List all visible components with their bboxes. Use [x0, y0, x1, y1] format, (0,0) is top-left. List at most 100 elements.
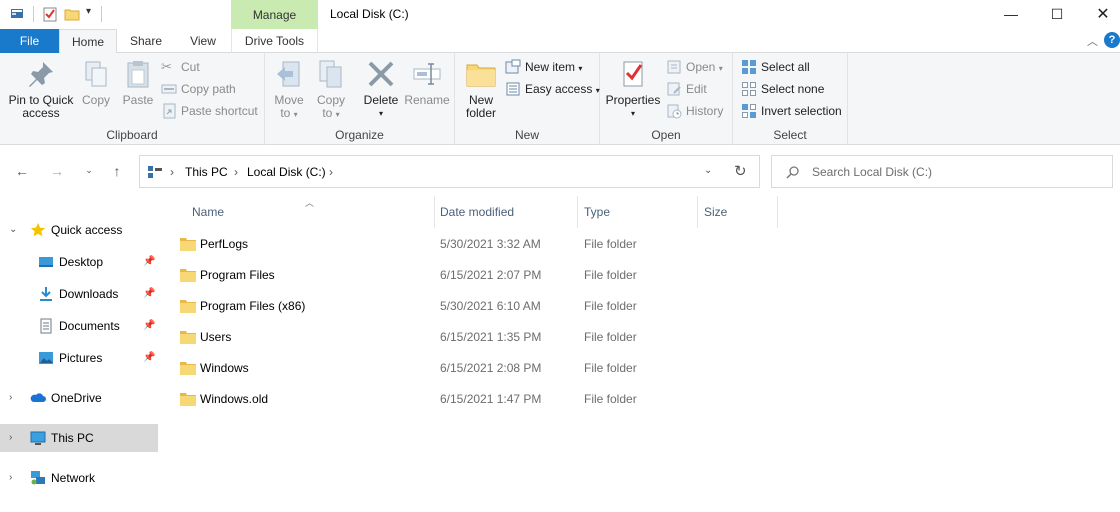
- explorer-icon[interactable]: [9, 6, 25, 22]
- table-row[interactable]: Program Files 6/15/2021 2:07 PM File fol…: [180, 260, 780, 291]
- cut-button[interactable]: ✂ Cut: [161, 57, 200, 77]
- sidebar-item-this-pc[interactable]: › This PC: [0, 424, 158, 452]
- table-row[interactable]: Program Files (x86) 5/30/2021 6:10 AM Fi…: [180, 291, 780, 322]
- manage-context-tab[interactable]: Manage: [231, 0, 318, 30]
- column-header-type[interactable]: Type: [579, 196, 698, 228]
- collapsed-chevron-icon[interactable]: ›: [9, 424, 12, 452]
- breadcrumb-separator-icon[interactable]: ›: [234, 165, 238, 179]
- refresh-icon[interactable]: ↻: [734, 162, 747, 180]
- file-type: File folder: [584, 237, 637, 251]
- file-type: File folder: [584, 392, 637, 406]
- copy-path-button[interactable]: Copy path: [161, 79, 236, 99]
- documents-label: Documents: [59, 319, 120, 333]
- sidebar-item-documents[interactable]: Documents 📌: [0, 312, 158, 340]
- new-item-label: New item: [525, 60, 576, 74]
- table-row[interactable]: Windows.old 6/15/2021 1:47 PM File folde…: [180, 384, 780, 415]
- breadcrumb-separator-icon[interactable]: ›: [329, 165, 333, 179]
- sidebar-item-quick-access[interactable]: ⌄ Quick access: [0, 216, 158, 244]
- help-icon[interactable]: ?: [1104, 32, 1120, 48]
- file-type: File folder: [584, 268, 637, 282]
- sidebar-item-downloads[interactable]: Downloads 📌: [0, 280, 158, 308]
- paste-button[interactable]: Paste: [118, 58, 158, 107]
- file-date: 6/15/2021 1:35 PM: [440, 330, 542, 344]
- paste-shortcut-icon: [163, 103, 176, 119]
- paste-shortcut-button[interactable]: Paste shortcut: [161, 101, 258, 121]
- expanded-chevron-icon[interactable]: ⌄: [9, 216, 17, 244]
- tab-file[interactable]: File: [0, 29, 59, 53]
- table-row[interactable]: Windows 6/15/2021 2:08 PM File folder: [180, 353, 780, 384]
- qat-customize-icon[interactable]: ▾: [86, 6, 91, 17]
- copy-to-label-line2: to ▾: [313, 107, 349, 121]
- pin-to-quick-access-button[interactable]: Pin to Quick access: [4, 58, 78, 120]
- sidebar-item-pictures[interactable]: Pictures 📌: [0, 344, 158, 372]
- tab-drive-tools[interactable]: Drive Tools: [231, 29, 318, 53]
- column-header-name[interactable]: Name: [187, 196, 435, 228]
- address-bar[interactable]: › This PC › Local Disk (C:) › ⌄ ↻: [139, 155, 760, 188]
- file-date: 5/30/2021 6:10 AM: [440, 299, 541, 313]
- close-icon[interactable]: ✕: [1080, 0, 1120, 29]
- breadcrumb-this-pc[interactable]: This PC: [185, 165, 228, 179]
- cut-label: Cut: [181, 60, 200, 74]
- column-header-date-modified[interactable]: Date modified: [435, 196, 578, 228]
- table-row[interactable]: PerfLogs 5/30/2021 3:32 AM File folder: [180, 229, 780, 260]
- table-row[interactable]: Users 6/15/2021 1:35 PM File folder: [180, 322, 780, 353]
- copy-to-icon: [319, 60, 342, 88]
- tab-view[interactable]: View: [175, 29, 231, 53]
- new-folder-icon[interactable]: [64, 6, 80, 22]
- history-icon: [667, 104, 682, 119]
- sidebar-item-desktop[interactable]: Desktop 📌: [0, 248, 158, 276]
- search-box[interactable]: Search Local Disk (C:): [771, 155, 1113, 188]
- folder-icon: [180, 269, 196, 282]
- new-folder-button[interactable]: New folder: [461, 58, 501, 120]
- sidebar-item-network[interactable]: › Network: [0, 464, 158, 492]
- sidebar-item-onedrive[interactable]: › OneDrive: [0, 384, 158, 412]
- invert-selection-button[interactable]: Invert selection: [741, 101, 842, 121]
- select-all-button[interactable]: Select all: [741, 57, 810, 77]
- easy-access-button[interactable]: Easy access ▾: [505, 79, 600, 99]
- copy-to-label-text: to: [322, 106, 333, 120]
- pin-icon: 📌: [143, 352, 156, 363]
- new-item-button[interactable]: New item ▾: [505, 57, 582, 77]
- collapse-ribbon-icon[interactable]: ︿: [1087, 33, 1098, 49]
- breadcrumb-separator-icon[interactable]: ›: [170, 165, 174, 179]
- select-none-button[interactable]: Select none: [741, 79, 824, 99]
- move-to-icon: [277, 61, 300, 87]
- history-label: History: [686, 104, 724, 118]
- breadcrumb-local-disk[interactable]: Local Disk (C:): [247, 165, 326, 179]
- easy-access-label: Easy access: [525, 82, 593, 96]
- open-button[interactable]: Open ▾: [666, 57, 723, 77]
- pictures-label: Pictures: [59, 351, 103, 365]
- copy-to-button[interactable]: Copy to ▾: [313, 58, 349, 121]
- collapsed-chevron-icon[interactable]: ›: [9, 384, 12, 412]
- tab-home[interactable]: Home: [59, 29, 117, 54]
- edit-button[interactable]: Edit: [666, 79, 707, 99]
- address-dropdown-icon[interactable]: ⌄: [704, 165, 712, 176]
- column-header-size[interactable]: Size: [699, 196, 778, 228]
- scissors-icon: ✂: [161, 59, 172, 74]
- up-arrow-icon[interactable]: ↑: [107, 163, 127, 183]
- history-button[interactable]: History: [666, 101, 723, 121]
- copy-button[interactable]: Copy: [78, 58, 114, 107]
- file-date: 6/15/2021 1:47 PM: [440, 392, 542, 406]
- tab-share[interactable]: Share: [117, 29, 175, 53]
- copy-icon: [85, 61, 107, 87]
- folder-icon: [466, 64, 496, 87]
- properties-button[interactable]: Properties ▾: [604, 58, 662, 120]
- back-arrow-icon[interactable]: ←: [12, 163, 32, 183]
- forward-arrow-icon[interactable]: →: [47, 163, 67, 183]
- quick-access-label: Quick access: [51, 223, 123, 237]
- file-name: PerfLogs: [200, 237, 249, 251]
- paste-label: Paste: [122, 93, 154, 107]
- move-to-button[interactable]: Move to ▾: [271, 58, 307, 121]
- organize-group: Move to ▾ Copy to ▾ Delete ▾ Rename Orga…: [265, 53, 455, 145]
- rename-button[interactable]: Rename: [403, 58, 451, 107]
- minimize-icon[interactable]: —: [988, 0, 1034, 29]
- rename-icon: [413, 63, 441, 85]
- maximize-icon[interactable]: ☐: [1034, 0, 1080, 29]
- recent-locations-chevron-icon[interactable]: ⌄: [79, 165, 99, 185]
- delete-button[interactable]: Delete ▾: [359, 58, 403, 120]
- collapsed-chevron-icon[interactable]: ›: [9, 464, 12, 492]
- desktop-label: Desktop: [59, 255, 104, 269]
- properties-icon[interactable]: [42, 6, 58, 22]
- file-name: Program Files: [200, 268, 275, 282]
